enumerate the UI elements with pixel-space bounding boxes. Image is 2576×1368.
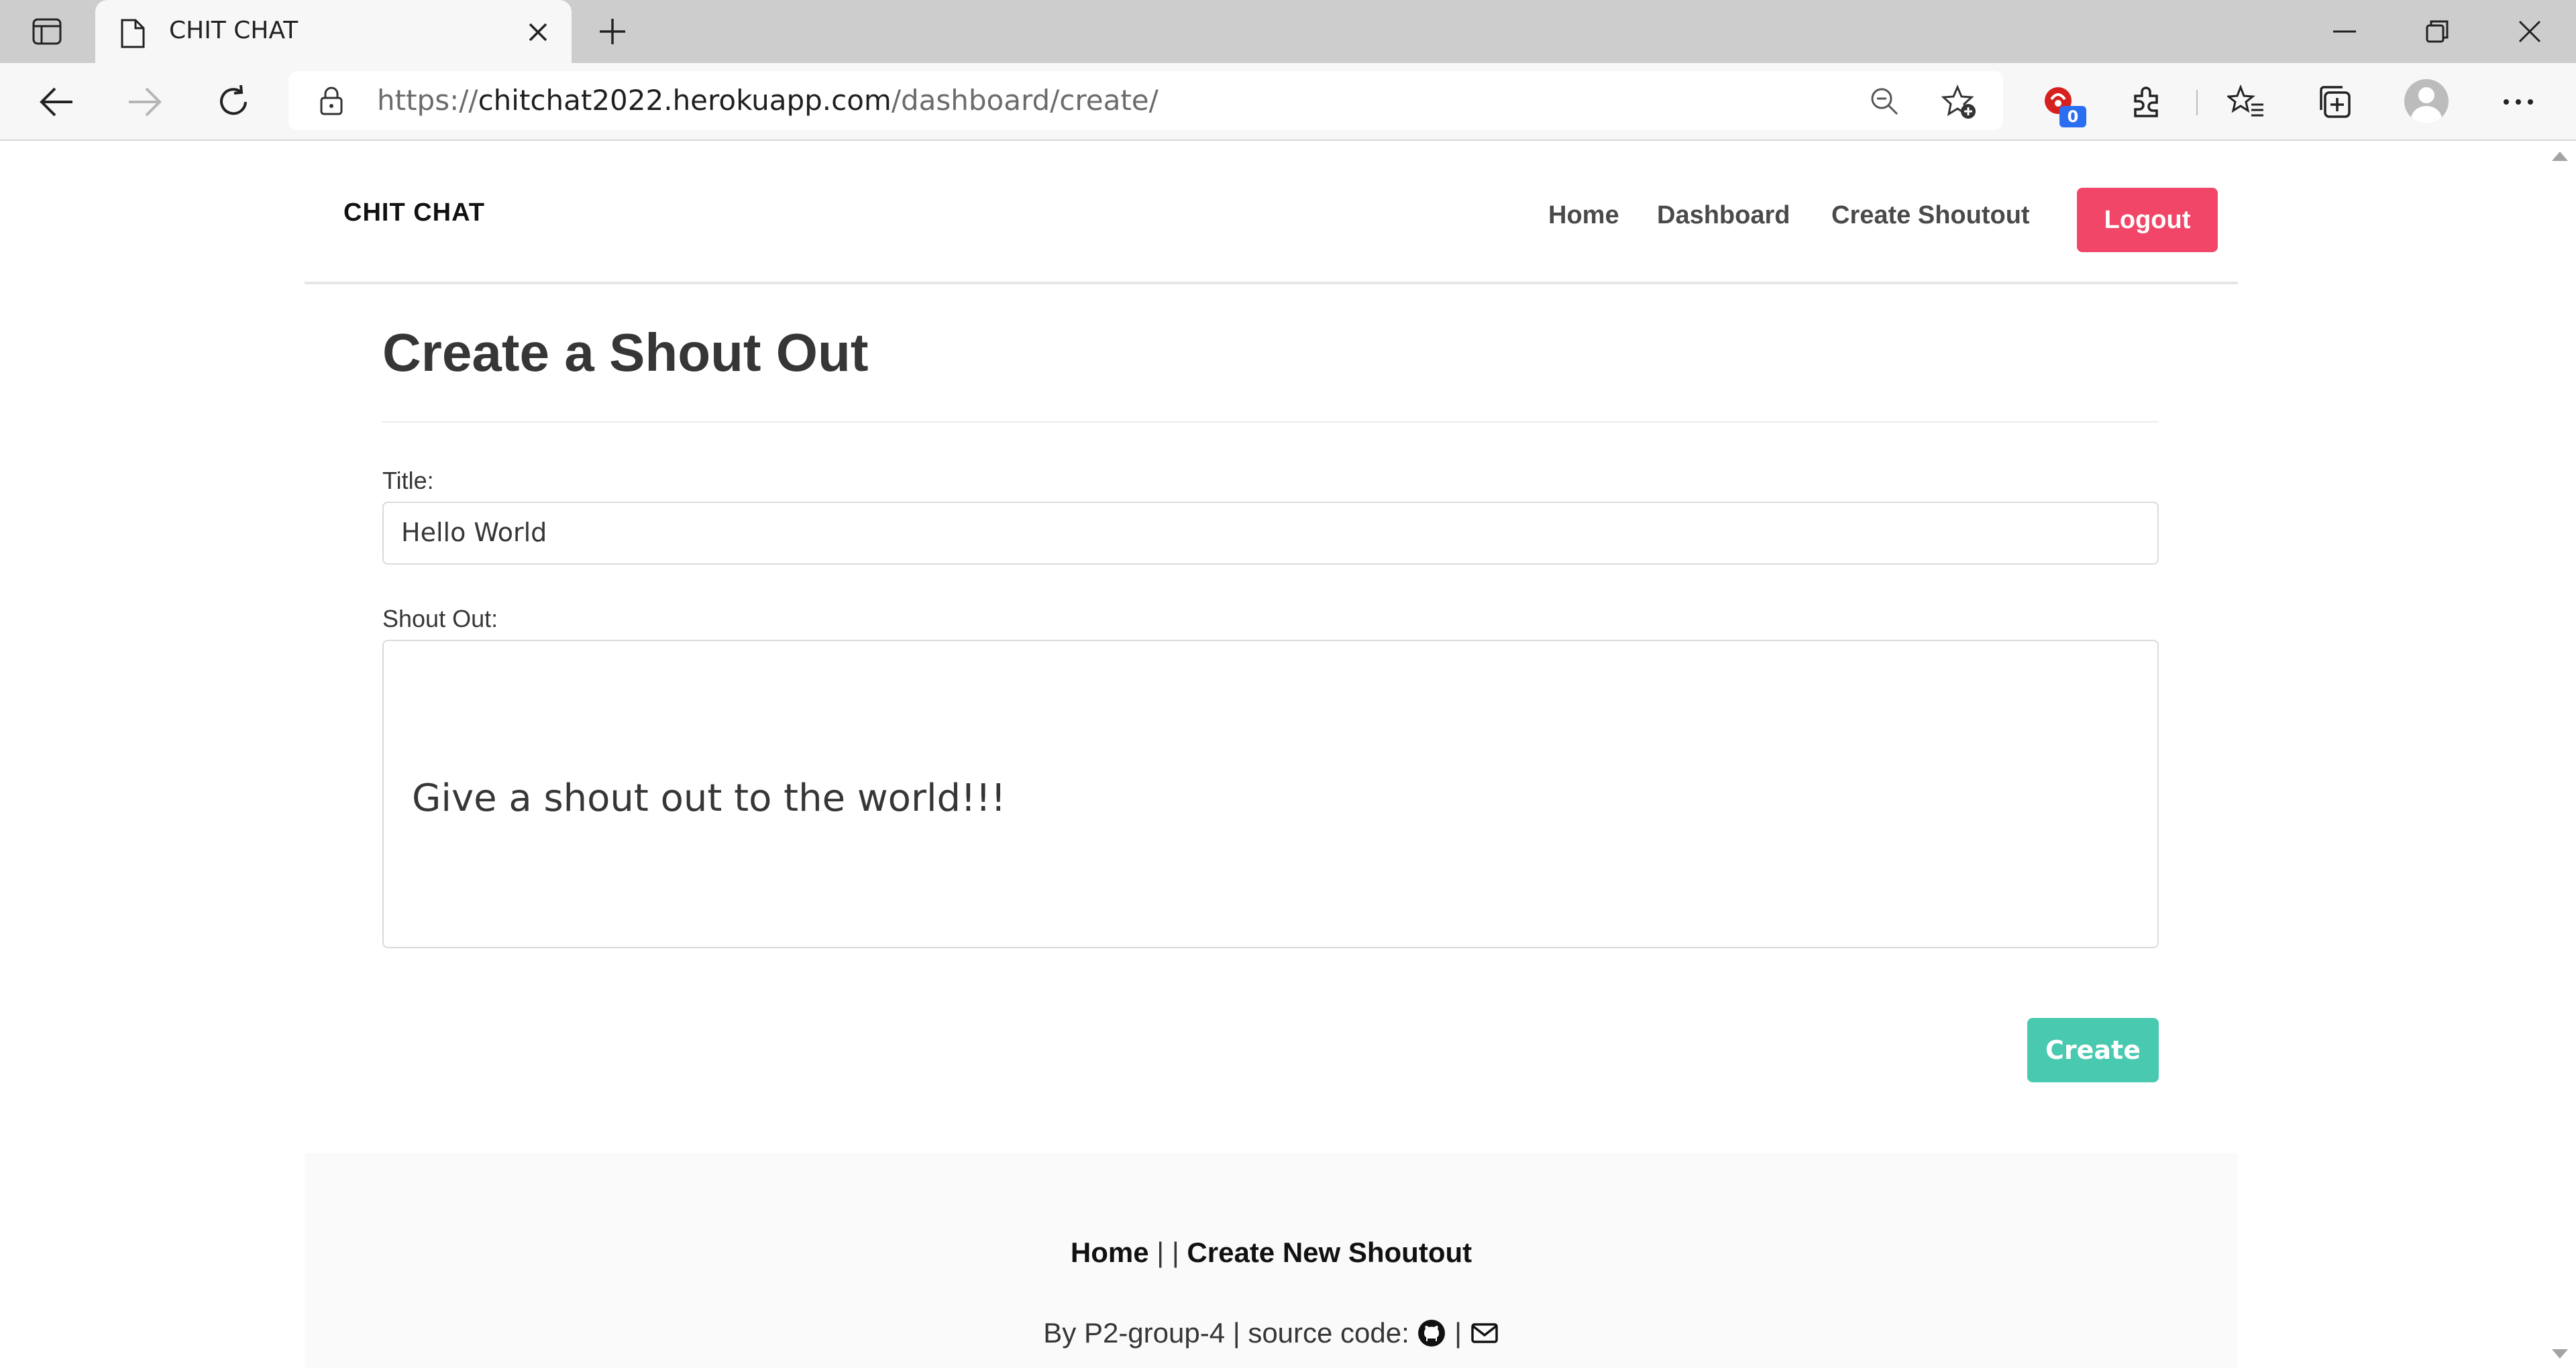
close-window-icon[interactable] <box>2513 15 2546 48</box>
restore-icon[interactable] <box>2420 15 2454 48</box>
footer-credit-text: By P2-group-4 | source code: <box>1043 1317 1409 1349</box>
shoutout-textarea-value: Give a shout out to the world!!! <box>412 777 1006 820</box>
url-text[interactable]: https://chitchat2022.herokuapp.com/dashb… <box>377 83 1159 118</box>
site-brand[interactable]: CHIT CHAT <box>343 198 485 227</box>
logout-button[interactable]: Logout <box>2077 188 2218 252</box>
title-input-value: Hello World <box>401 518 547 547</box>
browser-tab[interactable]: CHIT CHAT <box>95 0 572 64</box>
minimize-icon[interactable] <box>2328 15 2361 48</box>
title-input[interactable]: Hello World <box>382 502 2159 565</box>
footer-links: Home | | Create New Shoutout <box>305 1237 2238 1269</box>
title-label: Title: <box>382 467 434 494</box>
nav-link-dashboard[interactable]: Dashboard <box>1657 201 1790 230</box>
github-icon[interactable] <box>1417 1318 1446 1348</box>
footer-icon-separator: | <box>1454 1317 1462 1349</box>
scroll-up-icon[interactable] <box>2552 152 2568 161</box>
tab-actions-icon[interactable] <box>27 16 67 47</box>
footer-separator: | | <box>1157 1237 1179 1268</box>
refresh-icon[interactable] <box>213 82 254 122</box>
create-button[interactable]: Create <box>2027 1018 2159 1082</box>
browser-toolbar: https://chitchat2022.herokuapp.com/dashb… <box>0 63 2576 141</box>
add-favorite-icon[interactable] <box>1941 84 1978 121</box>
shoutout-textarea[interactable]: Give a shout out to the world!!! <box>382 640 2159 948</box>
close-tab-icon[interactable] <box>525 19 551 46</box>
tab-title: CHIT CHAT <box>169 17 299 44</box>
page-scrollbar[interactable] <box>2542 142 2576 1368</box>
browser-tab-strip: CHIT CHAT <box>0 0 2576 64</box>
heading-divider <box>382 421 2159 422</box>
toolbar-separator <box>2196 90 2198 115</box>
zoom-out-icon[interactable] <box>1869 86 1900 117</box>
site-navbar: CHIT CHAT Home Dashboard Create Shoutout… <box>305 142 2238 284</box>
extension-badge: 0 <box>2059 106 2086 127</box>
footer-link-create-new-shoutout[interactable]: Create New Shoutout <box>1187 1237 1472 1268</box>
page-icon <box>121 19 145 48</box>
more-options-icon[interactable] <box>2498 82 2538 122</box>
footer-link-home[interactable]: Home <box>1071 1237 1149 1268</box>
scroll-down-icon[interactable] <box>2552 1349 2568 1359</box>
page-content: CHIT CHAT Home Dashboard Create Shoutout… <box>0 142 2542 1368</box>
shoutout-label: Shout Out: <box>382 605 498 632</box>
profile-avatar[interactable] <box>2404 79 2449 123</box>
back-icon[interactable] <box>36 82 76 122</box>
favorites-icon[interactable] <box>2226 82 2266 122</box>
nav-link-create-shoutout[interactable]: Create Shoutout <box>1831 201 2030 230</box>
collections-icon[interactable] <box>2314 82 2355 122</box>
envelope-icon[interactable] <box>1470 1318 1499 1348</box>
lock-icon[interactable] <box>317 86 346 115</box>
extensions-puzzle-icon[interactable] <box>2127 82 2167 122</box>
nav-link-home[interactable]: Home <box>1548 201 1619 230</box>
address-bar[interactable]: https://chitchat2022.herokuapp.com/dashb… <box>288 71 2003 130</box>
page-title: Create a Shout Out <box>382 323 869 382</box>
new-tab-icon[interactable] <box>596 15 629 48</box>
footer-credits: By P2-group-4 | source code: | <box>305 1317 2238 1349</box>
forward-icon[interactable] <box>125 82 165 122</box>
site-footer: Home | | Create New Shoutout By P2-group… <box>305 1153 2238 1368</box>
